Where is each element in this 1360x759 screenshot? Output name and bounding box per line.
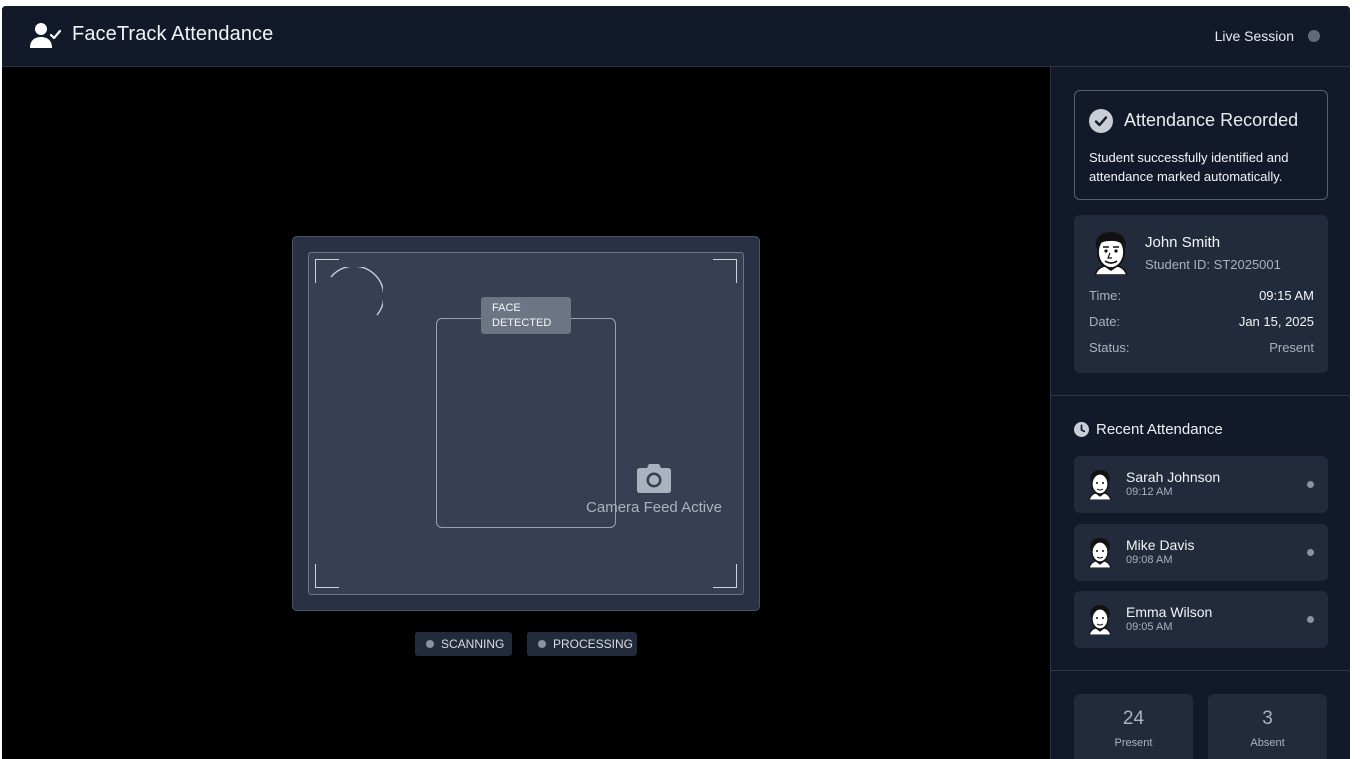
face-detection-box: Camera Feed Active (436, 318, 722, 528)
recent-item[interactable]: Emma Wilson 09:05 AM (1074, 591, 1328, 648)
scanning-status-pill: SCANNING (415, 632, 512, 656)
student-id: Student ID: ST2025001 (1145, 257, 1281, 272)
status-value: Present (1269, 340, 1314, 355)
student-avatar (1094, 232, 1128, 275)
recent-item[interactable]: Mike Davis 09:08 AM (1074, 524, 1328, 581)
date-label: Date: (1089, 314, 1121, 329)
recent-item-status-dot (1307, 616, 1314, 623)
camera-viewport[interactable]: Camera Feed Active FACE DETECTED (308, 252, 744, 595)
recent-item-time: 09:12 AM (1126, 486, 1173, 498)
camera-frame: Camera Feed Active FACE DETECTED (292, 236, 760, 611)
avatar (1088, 605, 1112, 635)
user-check-icon (30, 23, 62, 48)
student-card: John Smith Student ID: ST2025001 Time: 0… (1074, 215, 1328, 373)
recent-item-status-dot (1307, 481, 1314, 488)
app-window: FaceTrack Attendance Live Session Camera… (2, 6, 1350, 759)
present-count: 24 (1122, 708, 1145, 729)
live-status-indicator (1308, 30, 1320, 42)
processing-status-pill: PROCESSING (527, 632, 637, 656)
recent-item-name: Sarah Johnson (1126, 469, 1221, 485)
attendance-recorded-title: Attendance Recorded (1124, 110, 1299, 130)
scanning-label: SCANNING (441, 637, 505, 651)
frame-corner-top-right (713, 259, 737, 283)
absent-label: Absent (1250, 737, 1285, 749)
top-bar: FaceTrack Attendance Live Session (2, 6, 1350, 67)
clock-icon (1074, 422, 1089, 437)
camera-icon (637, 464, 671, 493)
divider (1051, 395, 1350, 396)
processing-label: PROCESSING (553, 637, 634, 651)
app-title: FaceTrack Attendance (72, 23, 274, 45)
present-label: Present (1114, 737, 1153, 749)
time-value: 09:15 AM (1259, 288, 1314, 303)
recent-item[interactable]: Sarah Johnson 09:12 AM (1074, 456, 1328, 513)
frame-corner-bottom-right (713, 564, 737, 588)
present-stat: 24 Present (1074, 694, 1193, 759)
camera-area: Camera Feed Active FACE DETECTED SCANNIN… (2, 67, 1050, 759)
absent-count: 3 (1262, 708, 1273, 729)
face-detected-tag: FACE DETECTED (481, 297, 571, 334)
processing-dot (538, 640, 546, 648)
recent-item-time: 09:05 AM (1126, 621, 1173, 633)
date-value: Jan 15, 2025 (1238, 314, 1314, 329)
frame-corner-bottom-left (315, 564, 339, 588)
attendance-recorded-card: Attendance Recorded Student successfully… (1074, 90, 1328, 200)
avatar (1088, 470, 1112, 500)
check-circle-icon (1089, 109, 1113, 133)
recent-item-status-dot (1307, 549, 1314, 556)
recent-item-time: 09:08 AM (1126, 554, 1173, 566)
absent-stat: 3 Absent (1208, 694, 1327, 759)
face-detected-label: FACE DETECTED (492, 302, 552, 329)
attendance-recorded-description: Student successfully identified and atte… (1089, 150, 1289, 184)
divider (1051, 670, 1350, 671)
scanning-spinner-icon (330, 267, 383, 316)
live-session-label: Live Session (1214, 28, 1294, 44)
sidebar: Attendance Recorded Student successfully… (1050, 67, 1350, 759)
time-label: Time: (1089, 288, 1122, 303)
recent-item-name: Emma Wilson (1126, 604, 1213, 620)
recent-attendance-title: Recent Attendance (1096, 421, 1223, 438)
avatar (1088, 538, 1112, 568)
camera-feed-status: Camera Feed Active (586, 499, 722, 516)
scanning-dot (426, 640, 434, 648)
student-name: John Smith (1145, 234, 1221, 251)
recent-item-name: Mike Davis (1126, 537, 1195, 553)
status-label: Status: (1089, 340, 1130, 355)
